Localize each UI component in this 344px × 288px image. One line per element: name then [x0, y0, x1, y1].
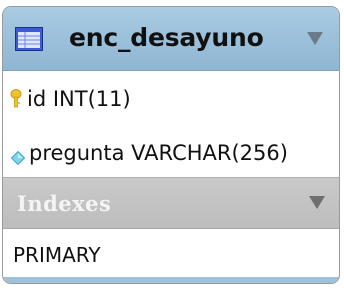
column-label: pregunta VARCHAR(256)	[29, 141, 288, 165]
column-row-pregunta[interactable]: pregunta VARCHAR(256)	[3, 125, 339, 179]
column-label: id INT(11)	[27, 87, 131, 111]
indexes-collapse-arrow-icon[interactable]	[309, 196, 325, 209]
collapse-arrow-icon[interactable]	[307, 32, 323, 45]
table-icon	[15, 27, 43, 51]
index-row-primary[interactable]: PRIMARY	[3, 229, 339, 279]
index-label: PRIMARY	[13, 243, 101, 267]
indexes-header[interactable]: Indexes	[3, 177, 339, 229]
table-entity[interactable]: enc_desayuno id INT(11) pregunta VARCHAR…	[2, 6, 340, 284]
table-header[interactable]: enc_desayuno	[3, 7, 339, 71]
table-footer-bar	[3, 277, 339, 283]
table-name: enc_desayuno	[69, 23, 264, 52]
column-diamond-icon	[11, 151, 25, 165]
indexes-title: Indexes	[17, 191, 112, 216]
column-row-id[interactable]: id INT(11)	[3, 71, 339, 125]
primary-key-icon	[10, 89, 22, 108]
